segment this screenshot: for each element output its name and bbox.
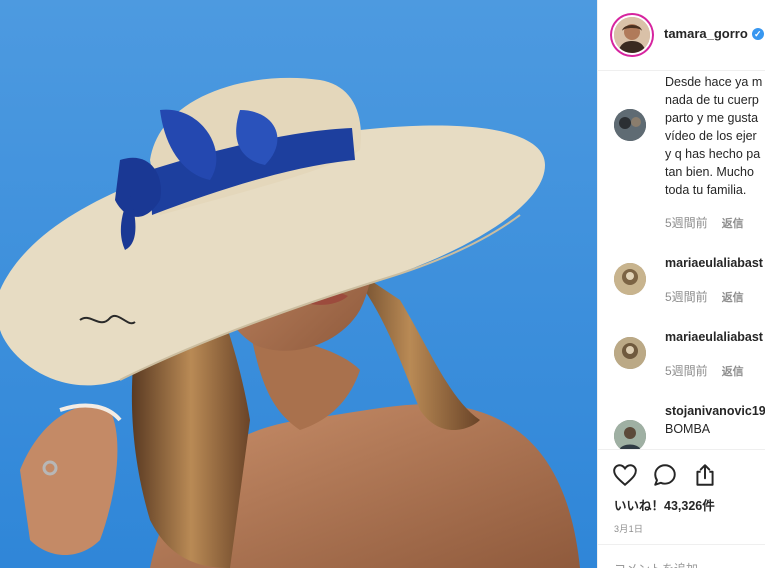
reply-button[interactable]: 返信 — [722, 366, 744, 378]
comment-meta: 5週間前 返信 — [665, 214, 744, 231]
comment-avatar[interactable] — [614, 109, 646, 141]
comment-avatar-image — [614, 337, 646, 369]
likes-count[interactable]: いいね！43,326件 — [614, 495, 715, 514]
comment-avatar-image — [614, 109, 646, 141]
comment-line: Desde hace ya m — [665, 75, 763, 89]
post-header: tamara_gorro ✓ — [598, 0, 765, 71]
comment-username[interactable]: stojanivanovic19 — [665, 404, 765, 418]
comment-line: nada de tu cuerp — [665, 93, 759, 107]
post-photo-image — [0, 0, 597, 568]
comment-avatar[interactable] — [614, 337, 646, 369]
comment-avatar[interactable] — [614, 420, 646, 449]
comment-avatar-image — [614, 263, 646, 295]
comment-icon[interactable] — [652, 462, 678, 488]
comment-line: tan bien. Mucho — [665, 165, 754, 179]
verified-check-icon: ✓ — [751, 28, 764, 40]
comment-username[interactable]: mariaeulaliabast — [665, 330, 763, 344]
comment-time[interactable]: 5週間前 — [665, 290, 708, 304]
comment-text: BOMBA — [665, 422, 711, 436]
post-date[interactable]: 3月1日 — [614, 522, 643, 535]
comment-line: vídeo de los ejer — [665, 129, 757, 143]
post-photo[interactable] — [0, 0, 597, 568]
username-text[interactable]: tamara_gorro — [664, 26, 748, 41]
comment-line: parto y me gusta — [665, 111, 759, 125]
reply-button[interactable]: 返信 — [722, 292, 744, 304]
heart-icon[interactable] — [612, 462, 638, 488]
comment-meta: 5週間前 返信 — [665, 362, 744, 379]
post-actions: いいね！43,326件 3月1日 — [598, 449, 765, 545]
comment-time[interactable]: 5週間前 — [665, 216, 708, 230]
comment-username[interactable]: mariaeulaliabast — [665, 256, 763, 270]
comment-time[interactable]: 5週間前 — [665, 364, 708, 378]
comments-list[interactable]: Desde hace ya m nada de tu cuerp parto y… — [598, 71, 765, 449]
comment-line: toda tu familia. — [665, 183, 747, 197]
post-sidebar: tamara_gorro ✓ Desde hace ya m nada de tu… — [597, 0, 765, 568]
profile-avatar[interactable] — [612, 15, 652, 55]
comment-line: y q has hecho pa — [665, 147, 761, 161]
add-comment-field[interactable]: コメントを追加... — [598, 544, 765, 568]
avatar-image — [614, 17, 650, 53]
reply-button[interactable]: 返信 — [722, 218, 744, 230]
comment-avatar-image — [614, 420, 646, 449]
comment-avatar[interactable] — [614, 263, 646, 295]
comment-meta: 5週間前 返信 — [665, 288, 744, 305]
add-comment-placeholder: コメントを追加... — [614, 560, 708, 568]
share-icon[interactable] — [692, 462, 718, 488]
post-author-username[interactable]: tamara_gorro ✓ — [664, 26, 764, 41]
